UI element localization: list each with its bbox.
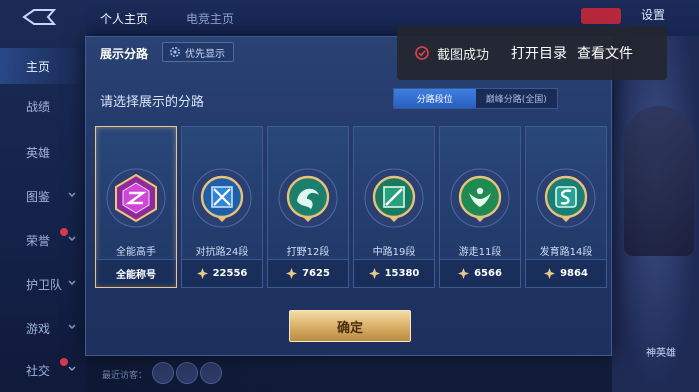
- tab-peak-lane-national[interactable]: 巅峰分路(全国): [476, 89, 558, 108]
- avatar[interactable]: [152, 362, 174, 384]
- lane-rank-toggle: 分路段位 巅峰分路(全国): [393, 88, 558, 109]
- lane-points-value: 22556: [212, 268, 248, 279]
- settings-button[interactable]: 设置: [641, 6, 665, 23]
- notification-dot: [60, 228, 68, 236]
- sidebar-item-games[interactable]: 游戏: [0, 310, 86, 346]
- success-check-icon: [415, 46, 429, 60]
- clash-lane-emblem-icon: [192, 168, 252, 228]
- roam-emblem-icon: [450, 168, 510, 228]
- all-round-emblem-icon: [106, 168, 166, 228]
- lane-card-jungle[interactable]: 打野12段 7625: [267, 126, 349, 288]
- sidebar-item-label: 图鉴: [26, 189, 51, 204]
- sidebar-item-label: 英雄: [26, 145, 51, 160]
- tab-esports[interactable]: 电竞主页: [186, 10, 234, 27]
- lane-card-footer: 6566: [440, 259, 520, 287]
- rank-points-icon: [544, 268, 556, 279]
- jungle-emblem-icon: [278, 168, 338, 228]
- sidebar-item-label: 荣誉: [26, 233, 51, 248]
- sidebar: 主页 战绩 英雄 图鉴 荣誉 护卫队 游戏 社交: [0, 0, 86, 392]
- priority-display-button[interactable]: 优先显示: [162, 42, 234, 62]
- lane-points-value: 7625: [302, 268, 330, 279]
- lane-card-footer: 15380: [354, 259, 434, 287]
- back-logo-icon[interactable]: [20, 8, 58, 26]
- screenshot-toast: 截图成功 打开目录 查看文件: [397, 26, 667, 80]
- select-lane-prompt: 请选择展示的分路: [100, 95, 205, 110]
- lane-card-all-round[interactable]: 全能高手 全能称号: [95, 126, 177, 288]
- farm-lane-emblem-icon: [536, 168, 596, 228]
- hero-figure: [624, 106, 694, 256]
- sidebar-item-heroes[interactable]: 英雄: [0, 134, 86, 170]
- recent-visitors-label: 最近访客：: [102, 371, 148, 381]
- chevron-down-icon: [68, 236, 76, 241]
- lane-card-roam[interactable]: 游走11段 6566: [439, 126, 521, 288]
- avatar[interactable]: [176, 362, 198, 384]
- lane-card-label: 中路19段: [372, 247, 416, 258]
- view-file-link[interactable]: 查看文件: [577, 43, 633, 63]
- avatar[interactable]: [200, 362, 222, 384]
- chevron-down-icon: [68, 324, 76, 329]
- sidebar-item-social[interactable]: 社交: [0, 352, 86, 388]
- lane-card-label: 游走11段: [458, 247, 502, 258]
- sidebar-item-label: 社交: [26, 363, 51, 378]
- confirm-button[interactable]: 确定: [289, 310, 411, 342]
- rank-points-icon: [286, 268, 298, 279]
- lane-card-label: 打野12段: [286, 247, 330, 258]
- recent-visitors-bar: 最近访客：: [86, 358, 612, 392]
- lane-card-mid[interactable]: 中路19段 15380: [353, 126, 435, 288]
- lane-card-footer: 22556: [182, 259, 262, 287]
- lane-card-label: 发育路14段: [539, 247, 593, 258]
- lane-card-clash[interactable]: 对抗路24段 22556: [181, 126, 263, 288]
- open-directory-link[interactable]: 打开目录: [511, 43, 567, 63]
- lane-card-label: 对抗路24段: [195, 247, 249, 258]
- chevron-down-icon: [68, 192, 76, 197]
- mid-lane-emblem-icon: [364, 168, 424, 228]
- all-round-title-text: 全能称号: [116, 270, 156, 281]
- hero-tag-label[interactable]: 神英雄: [646, 344, 676, 359]
- event-badge[interactable]: [581, 8, 621, 24]
- rank-points-icon: [196, 268, 208, 279]
- dialog-title: 展示分路: [100, 47, 149, 61]
- lane-points-value: 6566: [474, 268, 502, 279]
- lane-points-value: 9864: [560, 268, 588, 279]
- lane-card-footer: 全能称号: [96, 259, 176, 287]
- sidebar-item-home[interactable]: 主页: [0, 48, 86, 84]
- hero-background-art: [612, 36, 699, 392]
- sidebar-item-label: 主页: [26, 59, 51, 74]
- tab-profile[interactable]: 个人主页: [100, 10, 148, 27]
- chevron-down-icon: [68, 280, 76, 285]
- priority-display-label: 优先显示: [185, 48, 225, 60]
- sidebar-item-label: 战绩: [26, 99, 51, 114]
- gear-icon: [170, 47, 180, 57]
- chevron-down-icon: [68, 366, 76, 371]
- display-lane-dialog: 展示分路 优先显示 请选择展示的分路 分路段位 巅峰分路(全国) 全能高手 全能…: [85, 36, 612, 356]
- sidebar-item-record[interactable]: 战绩: [0, 88, 86, 124]
- lane-card-footer: 7625: [268, 259, 348, 287]
- sidebar-item-honor[interactable]: 荣誉: [0, 222, 86, 258]
- rank-points-icon: [458, 268, 470, 279]
- lane-points-value: 15380: [384, 268, 420, 279]
- lane-card-label: 全能高手: [116, 247, 156, 258]
- lane-card-farm[interactable]: 发育路14段 9864: [525, 126, 607, 288]
- sidebar-item-label: 游戏: [26, 321, 51, 336]
- notification-dot: [60, 358, 68, 366]
- sidebar-item-codex[interactable]: 图鉴: [0, 178, 86, 214]
- sidebar-item-guard[interactable]: 护卫队: [0, 266, 86, 302]
- lane-card-footer: 9864: [526, 259, 606, 287]
- tab-lane-rank[interactable]: 分路段位: [394, 89, 476, 108]
- toast-message: 截图成功: [437, 46, 490, 62]
- rank-points-icon: [368, 268, 380, 279]
- sidebar-item-label: 护卫队: [26, 277, 63, 292]
